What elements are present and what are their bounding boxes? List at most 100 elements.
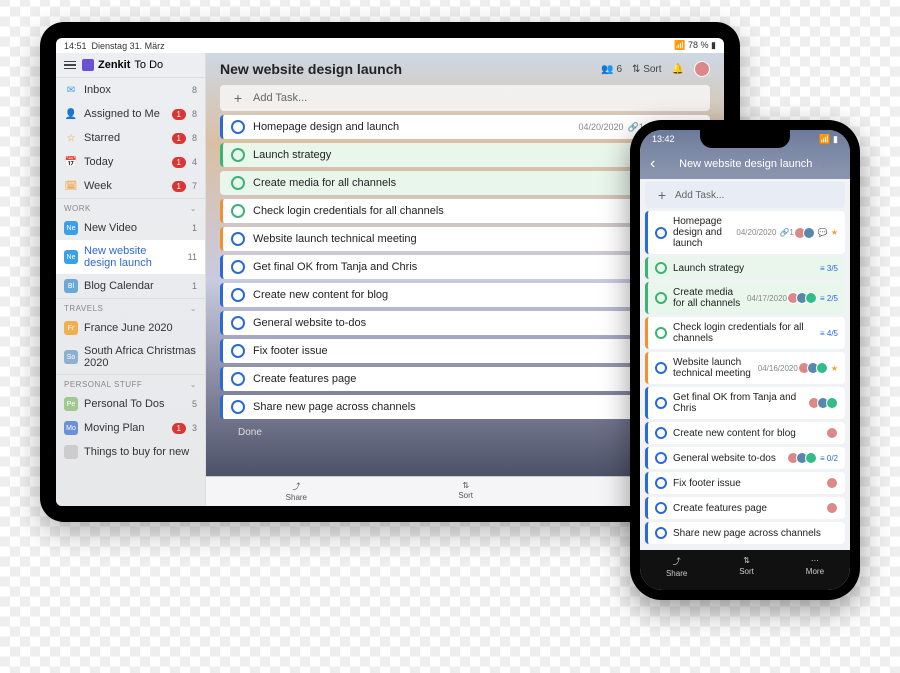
sidebar-item-week[interactable]: 🗓 Week 1 7: [56, 174, 205, 198]
task-title: Website launch technical meeting: [673, 357, 752, 379]
checkbox-icon[interactable]: [655, 527, 667, 539]
checkbox-icon[interactable]: [231, 176, 245, 190]
share-button[interactable]: ⤴Share: [286, 481, 307, 502]
count: 8: [192, 109, 197, 119]
checkbox-icon[interactable]: [655, 477, 667, 489]
checkbox-icon[interactable]: [655, 397, 667, 409]
task-row[interactable]: Launch strategy ≡ 3/5: [645, 257, 845, 279]
avatar[interactable]: [694, 61, 710, 77]
task-row[interactable]: Website launch technical meeting 04/16/2…: [645, 352, 845, 384]
task-row[interactable]: Get final OK from Tanja and Chris: [645, 387, 845, 419]
task-row[interactable]: Fix footer issue: [645, 472, 845, 494]
sidebar-item-new-website-design-l[interactable]: Ne New website design launch 11: [56, 240, 205, 274]
tablet-screen: 14:51 Dienstag 31. März 📶 78 % ▮ Zenkit …: [56, 38, 724, 506]
phone-add-task[interactable]: + Add Task...: [645, 182, 845, 208]
sidebar-item-today[interactable]: 📅 Today 1 4: [56, 150, 205, 174]
checkbox-icon[interactable]: [655, 362, 667, 374]
progress: ≡ 4/5: [820, 329, 838, 338]
task-row[interactable]: General website to-dos ≡ 0/2: [645, 447, 845, 469]
sidebar-item-france-june-2020[interactable]: Fr France June 2020: [56, 316, 205, 340]
task-meta: ≡ 0/2: [790, 452, 838, 464]
checkbox-icon[interactable]: [231, 204, 245, 218]
task-title: Check login credentials for all channels: [253, 205, 694, 217]
sidebar-item-label: Things to buy for new: [84, 446, 197, 458]
task-meta: [811, 397, 838, 409]
sidebar-section-personal stuff[interactable]: PERSONAL STUFF⌄: [56, 374, 205, 392]
sidebar-item-south-africa-christm[interactable]: So South Africa Christmas 2020: [56, 340, 205, 374]
sidebar-item-things-to-buy-for-ne[interactable]: Things to buy for new: [56, 440, 205, 464]
members-count[interactable]: 👥 6: [601, 64, 622, 75]
app-title: Zenkit To Do: [82, 59, 163, 71]
sidebar-item-label: Week: [84, 180, 166, 192]
sidebar-item-blog-calendar[interactable]: Bl Blog Calendar 1: [56, 274, 205, 298]
count: 11: [188, 252, 197, 262]
sidebar-item-moving-plan[interactable]: Mo Moving Plan 1 3: [56, 416, 205, 440]
checkbox-icon[interactable]: [231, 288, 245, 302]
checkbox-icon[interactable]: [655, 292, 667, 304]
sidebar-item-starred[interactable]: ☆ Starred 1 8: [56, 126, 205, 150]
today-icon: 📅: [64, 155, 78, 169]
task-title: Share new page across channels: [673, 528, 832, 539]
sidebar-item-new-video[interactable]: Ne New Video 1: [56, 216, 205, 240]
phone-bottom-bar: ⤴Share ⇅Sort ⋯More: [640, 550, 850, 590]
back-icon[interactable]: ‹: [650, 155, 655, 173]
checkbox-icon[interactable]: [231, 316, 245, 330]
task-meta: 04/16/2020★: [758, 362, 838, 374]
chevron-down-icon: ⌄: [190, 304, 197, 313]
task-title: Launch strategy: [253, 149, 694, 161]
checkbox-icon[interactable]: [655, 327, 667, 339]
checkbox-icon[interactable]: [655, 452, 667, 464]
checkbox-icon[interactable]: [231, 232, 245, 246]
checkbox-icon[interactable]: [655, 502, 667, 514]
task-row[interactable]: Create media for all channels 04/17/2020…: [645, 282, 845, 314]
checkbox-icon[interactable]: [231, 120, 245, 134]
task-row[interactable]: Check login credentials for all channels…: [645, 317, 845, 349]
add-task-placeholder: Add Task...: [253, 92, 307, 104]
task-meta: ≡ 3/5: [820, 264, 838, 273]
phone-more-button[interactable]: ⋯More: [806, 556, 824, 578]
task-row[interactable]: Homepage design and launch 04/20/2020🔗1💬…: [645, 211, 845, 254]
week-icon: 🗓: [64, 179, 78, 193]
sidebar-item-label: Moving Plan: [84, 422, 166, 434]
list-color-icon: [64, 445, 78, 459]
badge: 1: [172, 423, 186, 434]
sidebar-item-inbox[interactable]: ✉ Inbox 8: [56, 78, 205, 102]
sidebar-section-travels[interactable]: TRAVELS⌄: [56, 298, 205, 316]
menu-icon[interactable]: [64, 61, 76, 70]
checkbox-icon[interactable]: [231, 372, 245, 386]
progress: ≡ 2/5: [820, 294, 838, 303]
checkbox-icon[interactable]: [231, 260, 245, 274]
header-actions: 👥 6 ⇅ Sort 🔔: [601, 61, 710, 77]
sidebar-item-label: Blog Calendar: [84, 280, 186, 292]
checkbox-icon[interactable]: [231, 344, 245, 358]
chevron-down-icon[interactable]: ⌄: [816, 160, 823, 169]
checkbox-icon[interactable]: [655, 227, 667, 239]
sidebar-item-personal-to-dos[interactable]: Pe Personal To Dos 5: [56, 392, 205, 416]
bell-icon[interactable]: 🔔: [672, 64, 684, 75]
phone-share-button[interactable]: ⤴Share: [666, 556, 687, 578]
list-color-icon: Ne: [64, 221, 78, 235]
sidebar-item-label: Personal To Dos: [84, 398, 186, 410]
checkbox-icon[interactable]: [655, 262, 667, 274]
sidebar-section-work[interactable]: WORK⌄: [56, 198, 205, 216]
add-task-input[interactable]: + Add Task...: [220, 85, 710, 111]
sidebar-item-label: Inbox: [84, 84, 186, 96]
phone-sort-button[interactable]: ⇅Sort: [739, 556, 754, 578]
task-title: Create media for all channels: [673, 287, 741, 309]
checkbox-icon[interactable]: [231, 148, 245, 162]
list-color-icon: Fr: [64, 321, 78, 335]
sort-button-bottom[interactable]: ⇅Sort: [458, 481, 473, 502]
sidebar-item-label: Assigned to Me: [84, 108, 166, 120]
count: 4: [192, 157, 197, 167]
count: 7: [192, 181, 197, 191]
checkbox-icon[interactable]: [655, 427, 667, 439]
sidebar-item-assigned-to-me[interactable]: 👤 Assigned to Me 1 8: [56, 102, 205, 126]
task-title: Check login credentials for all channels: [673, 322, 814, 344]
task-row[interactable]: Share new page across channels: [645, 522, 845, 544]
checkbox-icon[interactable]: [231, 400, 245, 414]
task-row[interactable]: Create features page: [645, 497, 845, 519]
task-title: Fix footer issue: [253, 345, 694, 357]
sort-button[interactable]: ⇅ Sort: [632, 64, 662, 75]
task-row[interactable]: Create new content for blog: [645, 422, 845, 444]
sidebar-header: Zenkit To Do: [56, 53, 205, 78]
